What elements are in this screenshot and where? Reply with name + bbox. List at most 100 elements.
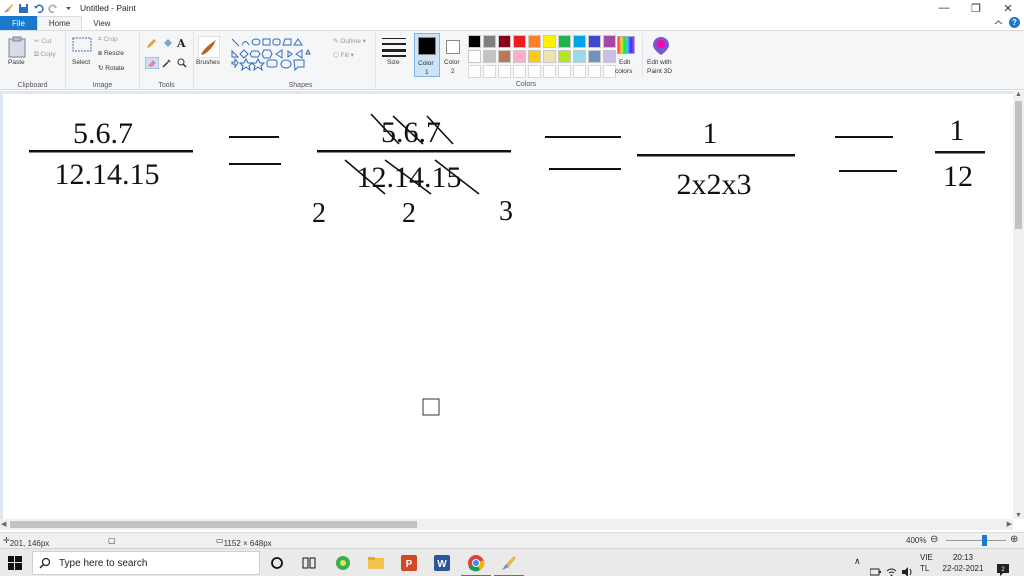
maximize-button[interactable]: ❐ (960, 0, 992, 16)
wifi-icon[interactable] (886, 558, 897, 576)
resize-button[interactable]: ⧈ Resize (98, 50, 124, 58)
undo-icon[interactable] (33, 3, 44, 14)
palette-swatch[interactable] (573, 50, 586, 63)
palette-swatch[interactable] (588, 50, 601, 63)
windows-start-icon[interactable] (8, 556, 22, 570)
notification-icon[interactable]: 2 (996, 556, 1010, 576)
zoom-in-icon[interactable]: ⊕ (1010, 534, 1018, 545)
scroll-right-icon[interactable]: ▶ (1007, 520, 1012, 528)
color2-button[interactable]: Color 2 (442, 33, 466, 77)
word-icon[interactable]: W (433, 554, 451, 572)
palette-swatch[interactable] (513, 65, 526, 78)
palette-swatch[interactable] (483, 65, 496, 78)
palette-swatch[interactable] (483, 50, 496, 63)
vertical-scroll-thumb[interactable] (1015, 101, 1022, 229)
palette-swatch[interactable] (483, 35, 496, 48)
rotate-button[interactable]: ↻ Rotate (98, 64, 124, 72)
select-label[interactable]: Select (72, 59, 90, 66)
palette-swatch[interactable] (543, 65, 556, 78)
clock-time: 20:13 (952, 553, 974, 562)
palette-swatch[interactable] (558, 65, 571, 78)
paste-label[interactable]: Paste (8, 59, 25, 66)
palette-swatch[interactable] (573, 65, 586, 78)
palette-swatch[interactable] (528, 35, 541, 48)
palette-swatch[interactable] (558, 50, 571, 63)
magnifier-icon[interactable] (177, 58, 187, 68)
color-picker-icon[interactable] (162, 58, 172, 68)
palette-swatch[interactable] (528, 65, 541, 78)
redo-icon[interactable] (48, 3, 59, 14)
palette-swatch[interactable] (498, 65, 511, 78)
paint-taskbar-item[interactable] (494, 554, 524, 576)
palette-swatch[interactable] (528, 50, 541, 63)
palette-swatch[interactable] (588, 65, 601, 78)
color2-label: Color (444, 59, 460, 66)
edge-icon[interactable] (334, 554, 352, 572)
tab-file[interactable]: File (0, 16, 37, 30)
size-label[interactable]: Size (387, 59, 400, 66)
show-hidden-icons-icon[interactable]: ∧ (854, 556, 861, 576)
pencil-icon[interactable] (146, 39, 156, 49)
drawing-canvas[interactable]: 5.6.7 12.14.15 5.6.7 12.14.15 2 2 3 1 2x… (3, 94, 1013, 519)
palette-swatch[interactable] (573, 35, 586, 48)
paste-icon[interactable] (8, 36, 26, 58)
quick-access-toolbar (0, 3, 74, 14)
shapes-gallery-icon[interactable] (230, 37, 330, 73)
battery-icon[interactable] (870, 558, 881, 576)
help-icon[interactable]: ? (1009, 17, 1020, 28)
minimize-button[interactable]: — (928, 0, 960, 16)
horizontal-scrollbar[interactable]: ◀ ▶ (0, 519, 1013, 530)
color1-button[interactable]: Color 1 (414, 33, 440, 77)
task-view-icon[interactable] (300, 554, 318, 572)
palette-swatch[interactable] (543, 35, 556, 48)
palette-swatch[interactable] (468, 50, 481, 63)
zoom-out-icon[interactable]: ⊖ (930, 534, 938, 545)
fill-bucket-icon[interactable] (162, 39, 172, 49)
horizontal-scroll-thumb[interactable] (10, 521, 417, 528)
chrome-taskbar-item[interactable] (461, 554, 491, 576)
palette-swatch[interactable] (543, 50, 556, 63)
frac4-bar (935, 151, 985, 154)
file-explorer-icon[interactable] (367, 554, 385, 572)
palette-swatch[interactable] (558, 35, 571, 48)
select-icon[interactable] (72, 37, 92, 53)
vertical-scrollbar[interactable]: ▲ ▼ (1013, 91, 1024, 519)
brushes-icon[interactable] (198, 36, 220, 58)
clock[interactable]: 20:13 22-02-2021 (940, 552, 986, 576)
palette-swatch[interactable] (498, 50, 511, 63)
close-button[interactable]: ✕ (992, 0, 1024, 16)
scroll-down-icon[interactable]: ▼ (1015, 512, 1022, 519)
powerpoint-icon[interactable]: P (400, 554, 418, 572)
save-icon[interactable] (18, 3, 29, 14)
crop-button[interactable]: ⌗ Crop (98, 36, 118, 44)
palette-swatch[interactable] (468, 35, 481, 48)
volume-icon[interactable] (901, 558, 913, 576)
brushes-label[interactable]: Brushes (196, 59, 220, 66)
taskbar-search-box[interactable]: Type here to search (32, 551, 260, 575)
scroll-left-icon[interactable]: ◀ (1, 520, 6, 528)
zoom-slider[interactable] (946, 535, 1006, 546)
text-tool-icon[interactable]: A (177, 37, 186, 50)
palette-swatch[interactable] (513, 35, 526, 48)
eraser-icon[interactable] (145, 57, 159, 69)
copy-button[interactable]: ⧉ Copy (34, 51, 56, 59)
palette-swatch[interactable] (588, 35, 601, 48)
palette-swatch[interactable] (513, 50, 526, 63)
customize-qa-icon[interactable] (63, 3, 74, 14)
palette-swatch[interactable] (498, 35, 511, 48)
scroll-up-icon[interactable]: ▲ (1015, 91, 1022, 98)
input-language[interactable]: VIE TL (920, 552, 936, 576)
tab-view[interactable]: View (82, 16, 121, 30)
collapse-ribbon-icon[interactable] (994, 18, 1003, 27)
outline-button[interactable]: ✎ Outline ▾ (333, 37, 366, 45)
cut-button[interactable]: ✂ Cut (34, 37, 51, 45)
size-icon[interactable] (382, 37, 406, 57)
cortana-icon[interactable] (268, 554, 286, 572)
edit-with-paint3d-button[interactable]: Edit with Paint 3D (642, 33, 678, 77)
edit-colors-button[interactable]: Edit colors (612, 33, 640, 77)
paint-app-icon (4, 3, 13, 13)
palette-swatch[interactable] (468, 65, 481, 78)
zoom-slider-thumb[interactable] (982, 535, 987, 546)
fill-button[interactable]: ⬡ Fill ▾ (333, 51, 354, 59)
tab-home[interactable]: Home (36, 16, 83, 30)
